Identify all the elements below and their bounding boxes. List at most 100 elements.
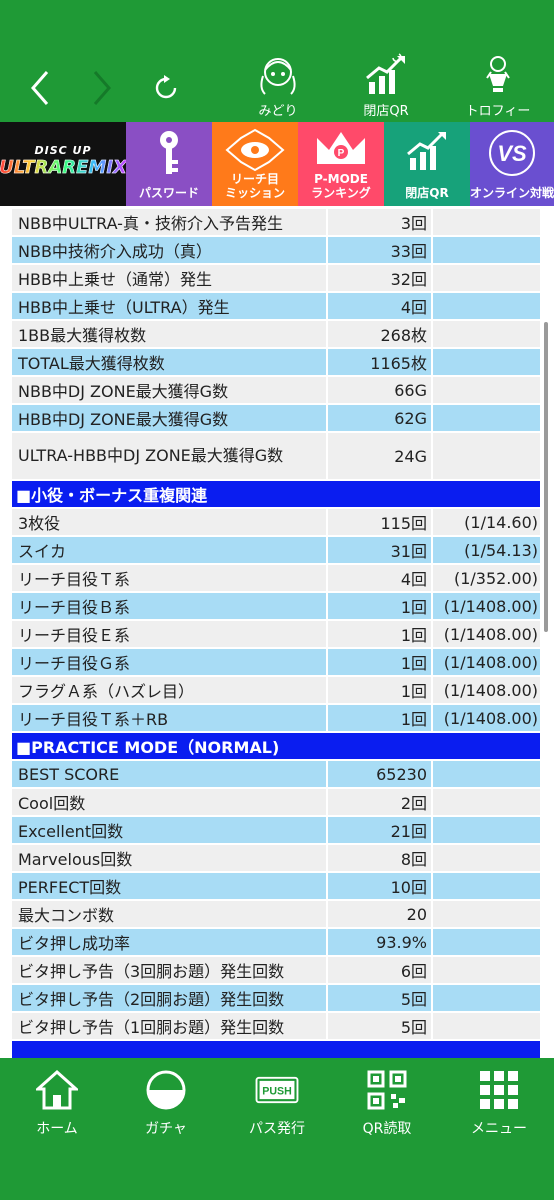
- bottom-nav-gacha-label: ガチャ: [145, 1121, 187, 1137]
- row-name: ULTRA-HBB中DJ ZONE最大獲得G数: [12, 433, 326, 479]
- section-header-next: [12, 1041, 540, 1058]
- table-row: 1BB最大獲得枚数 268枚: [12, 321, 540, 347]
- row-name: HBB中上乗せ（通常）発生: [12, 265, 326, 291]
- top-nav-midori-label: みどり: [258, 104, 298, 119]
- bottom-nav-pass-issue[interactable]: PUSH パス発行: [232, 1068, 322, 1142]
- row-extra: (1/1408.00): [433, 705, 540, 731]
- row-name: Cool回数: [12, 789, 326, 815]
- table-row: PERFECT回数 10回: [12, 873, 540, 899]
- row-value: 1165枚: [328, 349, 431, 375]
- row-extra: (1/1408.00): [433, 593, 540, 619]
- bottom-nav: ホーム ガチャ PUSH パス発行 QR読取 メニュー: [0, 1058, 554, 1200]
- row-extra: [433, 957, 540, 983]
- row-extra: [433, 873, 540, 899]
- table-row: NBB中DJ ZONE最大獲得G数 66G: [12, 377, 540, 403]
- table-row: ビタ押し予告（3回胴お題）発生回数 6回: [12, 957, 540, 983]
- row-extra: (1/1408.00): [433, 649, 540, 675]
- top-nav-closing-qr[interactable]: 閉店QR: [340, 52, 432, 119]
- data-table-area[interactable]: NBB中ULTRA-真・技術介入予告発生 3回 NBB中技術介入成功（真） 33回 HB…: [0, 206, 554, 1058]
- reload-button[interactable]: [146, 68, 186, 108]
- table-row: リーチ目役Ｔ系 4回 (1/352.00): [12, 565, 540, 591]
- row-extra: [433, 377, 540, 403]
- stats-table: NBB中ULTRA-真・技術介入予告発生 3回 NBB中技術介入成功（真） 33回 HB…: [12, 209, 540, 1058]
- table-row: 最大コンボ数 20: [12, 901, 540, 927]
- row-name: リーチ目役Ｂ系: [12, 593, 326, 619]
- row-value: 62G: [328, 405, 431, 431]
- table-row: HBB中DJ ZONE最大獲得G数 62G: [12, 405, 540, 431]
- svg-text:P: P: [338, 148, 345, 159]
- svg-text:VS: VS: [497, 141, 527, 166]
- row-name: 1BB最大獲得枚数: [12, 321, 326, 347]
- key-icon: [160, 131, 178, 174]
- row-extra: [433, 929, 540, 955]
- row-extra: [433, 405, 540, 431]
- top-nav-midori[interactable]: みどり: [232, 52, 324, 119]
- row-extra: [433, 1013, 540, 1039]
- row-extra: [433, 817, 540, 843]
- row-extra: (1/352.00): [433, 565, 540, 591]
- reload-icon: [155, 75, 177, 99]
- row-name: HBB中上乗せ（ULTRA）発生: [12, 293, 326, 319]
- table-row: ビタ押し予告（2回胴お題）発生回数 5回: [12, 985, 540, 1011]
- row-name: 3枚役: [12, 509, 326, 535]
- tile-password-label: パスワード: [138, 186, 199, 200]
- top-header: みどり 閉店QR トロフィー: [0, 0, 554, 122]
- table-row: TOTAL最大獲得枚数 1165枚: [12, 349, 540, 375]
- row-name: ビタ押し成功率: [12, 929, 326, 955]
- bottom-nav-qr-read-label: QR読取: [362, 1121, 412, 1137]
- bottom-nav-home[interactable]: ホーム: [12, 1068, 102, 1142]
- row-value: 2回: [328, 789, 431, 815]
- row-value: 8回: [328, 845, 431, 871]
- chart-qr-icon: [407, 132, 446, 170]
- row-extra: (1/14.60): [433, 509, 540, 535]
- bottom-nav-qr-read[interactable]: QR読取: [342, 1068, 432, 1142]
- bottom-nav-menu[interactable]: メニュー: [454, 1068, 544, 1142]
- tile-online-vs[interactable]: VS オンライン対戦: [470, 122, 554, 206]
- bottom-nav-gacha[interactable]: ガチャ: [121, 1068, 211, 1142]
- row-name: PERFECT回数: [12, 873, 326, 899]
- row-value: 6回: [328, 957, 431, 983]
- row-value: 1回: [328, 677, 431, 703]
- game-logo[interactable]: DISC UP ULTRAREMIX: [0, 122, 127, 206]
- row-name: リーチ目役Ｔ系＋RB: [12, 705, 326, 731]
- logo-line2: ULTRAREMIX: [0, 157, 127, 179]
- table-row: リーチ目役Ｅ系 1回 (1/1408.00): [12, 621, 540, 647]
- table-row: ULTRA-HBB中DJ ZONE最大獲得G数 24G: [12, 433, 540, 479]
- row-name: リーチ目役Ｅ系: [12, 621, 326, 647]
- table-row: リーチ目役Ｔ系＋RB 1回 (1/1408.00): [12, 705, 540, 731]
- forward-button[interactable]: [82, 68, 122, 108]
- bottom-nav-menu-label: メニュー: [471, 1121, 527, 1137]
- crown-icon: P: [317, 132, 365, 164]
- row-value: 66G: [328, 377, 431, 403]
- row-name: リーチ目役Ｇ系: [12, 649, 326, 675]
- row-name: HBB中DJ ZONE最大獲得G数: [12, 405, 326, 431]
- back-button[interactable]: [20, 68, 60, 108]
- top-nav-trophy[interactable]: トロフィー: [452, 52, 544, 119]
- row-value: 1回: [328, 649, 431, 675]
- row-extra: [433, 265, 540, 291]
- row-value: 1回: [328, 621, 431, 647]
- row-value: 5回: [328, 985, 431, 1011]
- row-name: BEST SCORE: [12, 761, 326, 787]
- tile-reach-mission[interactable]: リーチ目 ミッション: [212, 122, 298, 206]
- chevron-left-icon: [31, 71, 49, 105]
- table-row: HBB中上乗せ（ULTRA）発生 4回: [12, 293, 540, 319]
- tile-closing-qr[interactable]: 閉店QR: [384, 122, 470, 206]
- row-name: NBB中ULTRA-真・技術介入予告発生: [12, 209, 326, 235]
- table-row: Cool回数 2回: [12, 789, 540, 815]
- section-header-bonus: ■小役・ボーナス重複関連: [12, 481, 540, 507]
- row-value: 24G: [328, 433, 431, 479]
- tile-pmode-ranking[interactable]: P P-MODE ランキング: [298, 122, 384, 206]
- gacha-icon: [144, 1068, 188, 1112]
- bottom-nav-home-label: ホーム: [36, 1121, 78, 1137]
- table-row: NBB中ULTRA-真・技術介入予告発生 3回: [12, 209, 540, 235]
- character-icon: [255, 52, 301, 98]
- scrollbar[interactable]: [544, 322, 548, 632]
- row-value: 1回: [328, 705, 431, 731]
- row-value: 65230: [328, 761, 431, 787]
- row-value: 5回: [328, 1013, 431, 1039]
- top-nav-trophy-label: トロフィー: [465, 104, 531, 119]
- tile-password[interactable]: パスワード: [126, 122, 212, 206]
- row-extra: [433, 349, 540, 375]
- table-row: BEST SCORE 65230: [12, 761, 540, 787]
